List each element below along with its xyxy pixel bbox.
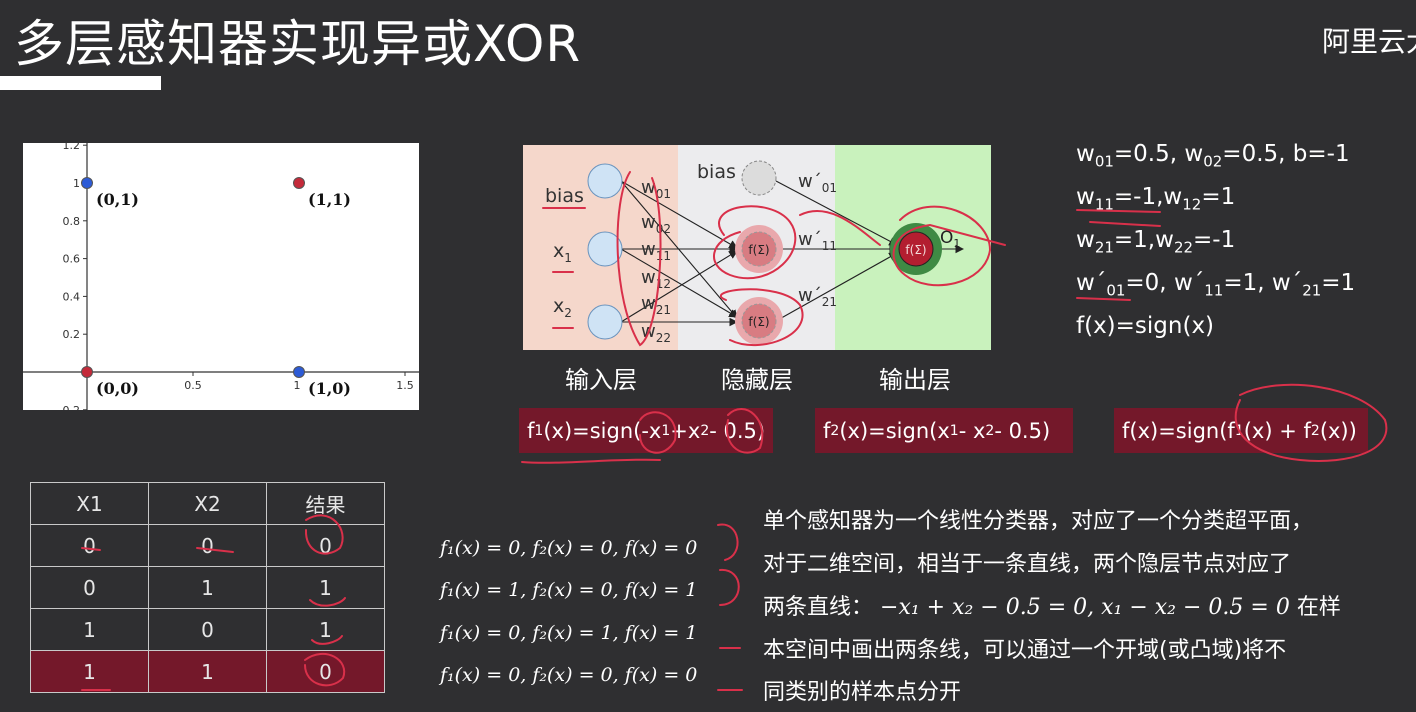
input-x1-node (587, 231, 623, 267)
output-func-label: f(Σ) (905, 243, 926, 257)
table-header: X1 (30, 482, 149, 525)
network-diagram: bias x1 x2 bias w01 w02 w11 w12 w21 w22 w´01 w… (523, 145, 991, 350)
output-row-2: f₁(x) = 1, f₂(x) = 0, f(x) = 1 (440, 579, 698, 601)
weights-line-1: w01=0.5, w02=0.5, b=-1 (1076, 141, 1350, 171)
hidden-weight-label: w´01 (798, 171, 837, 195)
input-x2-node (587, 304, 623, 340)
data-points: (0,1) (1,1) (0,0) (1,0) (81, 177, 351, 398)
weights-line-5: f(x)=sign(x) (1076, 313, 1215, 339)
y-tick-label: 0.4 (63, 290, 81, 303)
description-line-5: 同类别的样本点分开 (763, 680, 962, 705)
xor-truth-table: X1 X2 结果 0 0 0 0 1 1 1 0 1 1 1 0 (30, 482, 385, 693)
table-cell: 0 (266, 650, 385, 693)
y-tick-label: 0.2 (63, 328, 81, 341)
weights-line-2: w11=-1,w12=1 (1076, 184, 1236, 214)
y-tick-label: 1 (73, 177, 80, 190)
output-row-3: f₁(x) = 0, f₂(x) = 1, f(x) = 1 (440, 622, 698, 644)
xor-scatter-plot: 1.210.80.60.40.2-0.2 0.511.5 (0,1)(1,1)(… (23, 143, 419, 410)
data-point-label: (0,0) (96, 379, 139, 398)
table-cell: 0 (266, 524, 385, 567)
x-tick-label: 1.5 (396, 379, 414, 392)
data-point (293, 366, 305, 378)
table-cell: 0 (148, 608, 267, 651)
table-header-row: X1 X2 结果 (30, 482, 385, 525)
formula-f1: f 1 (x)=sign(-x 1 +x 2- 0.5) (519, 408, 773, 453)
weight-label: w01 (641, 177, 671, 201)
table-header: 结果 (266, 482, 385, 525)
hidden-2-func-label: f(Σ) (748, 315, 769, 329)
formula-f: f(x)=sign(f 1 (x) + f 2 (x)) (1114, 408, 1368, 453)
table-row: 0 0 0 (30, 524, 385, 567)
input-weight-labels: w01 w02 w11 w12w21 w22 (641, 177, 671, 345)
description-line-2: 对于二维空间，相当于一条直线，两个隐层节点对应了 (763, 552, 1292, 577)
data-point-label: (0,1) (96, 190, 139, 209)
hidden-1-func-label: f(Σ) (748, 243, 769, 257)
hidden-bias-label: bias (697, 161, 736, 183)
data-point (293, 177, 305, 189)
table-row: 0 1 1 (30, 566, 385, 609)
formula-f2: f 2 (x)=sign(x 1 - x2 - 0.5) (815, 408, 1073, 453)
weight-label: w12 (641, 267, 671, 291)
weight-label: w02 (641, 212, 671, 236)
table-cell: 1 (30, 608, 149, 651)
table-cell: 1 (148, 566, 267, 609)
output-layer-label: 输出层 (879, 366, 951, 394)
output-row-1: f₁(x) = 0, f₂(x) = 0, f(x) = 0 (440, 537, 698, 559)
hidden-bias-node (741, 160, 777, 196)
output-o1-label: O1 (940, 228, 960, 250)
weight-label: w11 (641, 239, 671, 263)
description-line-1: 单个感知器为一个线性分类器，对应了一个分类超平面， (763, 509, 1314, 534)
title-underline (0, 76, 161, 90)
input-bias-node (587, 163, 623, 199)
table-row: 1 0 1 (30, 608, 385, 651)
hidden-layer-label: 隐藏层 (721, 366, 793, 394)
hidden-weight-labels: w´01 w´11 w´21 (798, 171, 837, 309)
table-cell: 0 (30, 524, 149, 567)
output-row-4: f₁(x) = 0, f₂(x) = 0, f(x) = 0 (440, 664, 698, 686)
table-cell: 1 (30, 650, 149, 693)
description-line-3: 两条直线： −x₁ + x₂ − 0.5 = 0, x₁ − x₂ − 0.5 … (763, 595, 1341, 620)
y-tick-label: 1.2 (63, 143, 81, 152)
table-cell: 1 (266, 608, 385, 651)
weight-label: w21 (641, 293, 671, 317)
input-layer-label: 输入层 (565, 366, 637, 394)
table-cell: 1 (266, 566, 385, 609)
hidden-weight-label: w´21 (798, 285, 837, 309)
x1-label: x1 (553, 240, 572, 265)
data-point-label: (1,0) (308, 379, 351, 398)
x2-label: x2 (553, 295, 572, 320)
weights-line-4: w´01=0, w´11=1, w´21=1 (1076, 270, 1356, 300)
table-cell: 1 (148, 650, 267, 693)
table-row-highlighted: 1 1 0 (30, 650, 385, 693)
table-header: X2 (148, 482, 267, 525)
y-tick-label: 0.8 (63, 215, 81, 228)
y-tick-label: 0.6 (63, 253, 81, 266)
data-point (81, 177, 93, 189)
x-tick-label: 1 (294, 379, 301, 392)
x-tick-label: 0.5 (184, 379, 202, 392)
y-tick-label: -0.2 (59, 404, 80, 410)
input-bias-label: bias (545, 185, 584, 207)
data-point-label: (1,1) (308, 190, 351, 209)
scatter-plot-svg: 1.210.80.60.40.2-0.2 0.511.5 (0,1)(1,1)(… (23, 143, 419, 410)
network-svg: bias x1 x2 bias w01w02w11w12w21w22 w´01w… (545, 160, 965, 345)
table-cell: 0 (148, 524, 267, 567)
data-point (81, 366, 93, 378)
table-cell: 0 (30, 566, 149, 609)
weights-line-3: w21=1,w22=-1 (1076, 227, 1236, 257)
hidden-weight-label: w´11 (798, 229, 837, 253)
weight-label: w22 (641, 321, 671, 345)
description-line-4: 本空间中画出两条线，可以通过一个开域(或凸域)将不 (763, 638, 1287, 663)
brand-logo-text: 阿里云大 (1322, 25, 1416, 58)
slide-title: 多层感知器实现异或XOR (14, 15, 582, 73)
